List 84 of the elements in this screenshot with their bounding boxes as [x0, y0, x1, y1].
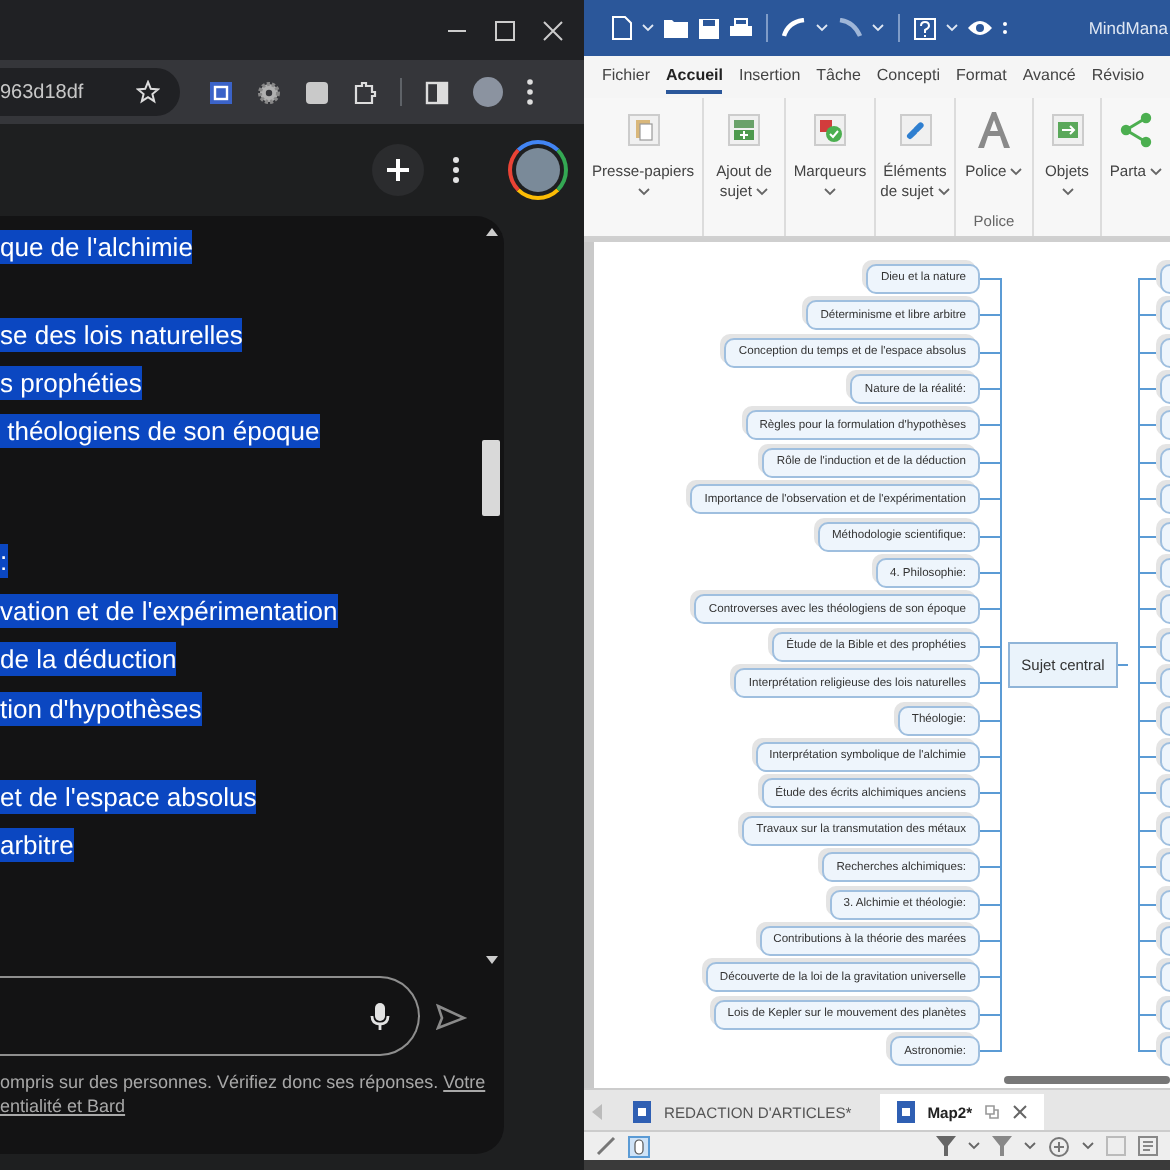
chat-text: tion d'hypothèses [0, 691, 202, 726]
caret-icon [824, 188, 836, 196]
caret-icon [816, 24, 828, 32]
font-icon [976, 110, 1012, 150]
clipboard-icon [627, 114, 659, 146]
caret-icon [642, 24, 654, 32]
add-topic-icon [728, 114, 760, 146]
eye-icon[interactable] [968, 18, 992, 38]
chat-text: de la déduction [0, 642, 177, 677]
markers-icon [814, 114, 846, 146]
objects-icon [1051, 114, 1083, 146]
caret-icon [1010, 168, 1023, 176]
scrollbar-thumb[interactable] [482, 440, 500, 516]
privacy-link[interactable]: Votre [443, 1072, 486, 1092]
gear-icon[interactable] [256, 79, 282, 105]
caret-icon [968, 1142, 980, 1150]
ribbon-tab[interactable]: Révisio [1091, 60, 1145, 94]
caret-icon [946, 24, 958, 32]
extension-icon[interactable] [304, 79, 330, 105]
print-icon[interactable] [730, 17, 752, 39]
share-icon [1120, 112, 1152, 148]
pointer-icon[interactable] [628, 1135, 650, 1157]
ribbon-tab[interactable]: Format [955, 60, 1007, 94]
ribbon-tab[interactable]: Avancé [1022, 60, 1076, 94]
chat-text: et de l'espace absolus [0, 779, 257, 814]
avatar-icon[interactable] [472, 76, 504, 108]
plus-icon [386, 158, 410, 182]
focus-icon[interactable] [1048, 1135, 1070, 1157]
save-icon[interactable] [698, 17, 720, 39]
undo-icon[interactable] [782, 18, 806, 38]
close-icon[interactable] [1012, 1104, 1029, 1120]
chat-text: arbitre [0, 827, 74, 862]
caret-icon [1082, 1142, 1094, 1150]
sidebar-icon[interactable] [424, 79, 450, 105]
caret-icon [1024, 1142, 1036, 1150]
new-document-icon[interactable] [612, 16, 632, 40]
ribbon-tab[interactable]: Insertion [738, 60, 801, 94]
window-title: MindMana [1088, 18, 1168, 38]
link-icon [899, 114, 931, 146]
new-chat-button[interactable] [372, 144, 424, 196]
caret-icon [756, 188, 769, 196]
avatar[interactable] [508, 140, 568, 200]
chat-text: se des lois naturelles [0, 317, 243, 352]
caret-icon [1061, 188, 1073, 196]
ribbon-tab[interactable]: Concepti [876, 60, 940, 94]
address-bar[interactable]: 963d18df [0, 68, 180, 116]
puzzle-icon[interactable] [352, 79, 378, 105]
url-text: 963d18df [0, 81, 84, 103]
privacy-link[interactable]: entialité et Bard [0, 1096, 126, 1116]
prompt-input-field[interactable] [0, 976, 420, 1056]
caret-icon [1150, 168, 1163, 176]
ribbon-tab[interactable]: Fichier [602, 60, 651, 94]
map-document-icon [632, 1100, 652, 1124]
chat-text: s prophéties [0, 366, 142, 401]
caret-icon [937, 188, 950, 196]
scroll-down-icon[interactable] [486, 956, 498, 964]
menu-icon[interactable] [526, 78, 534, 106]
float-icon[interactable] [984, 1104, 1001, 1120]
filter-icon[interactable] [936, 1136, 956, 1156]
caret-icon [637, 188, 649, 196]
pen-icon[interactable] [596, 1136, 616, 1156]
disclaimer-text: ompris sur des personnes. Vérifiez donc ses réponses. Votre [0, 1070, 488, 1094]
filter-icon[interactable] [992, 1136, 1012, 1156]
ribbon-tab[interactable]: Tâche [816, 60, 861, 94]
scrollbar-thumb[interactable] [1004, 1076, 1170, 1084]
microphone-icon[interactable] [370, 1001, 390, 1031]
maximize-icon[interactable] [494, 19, 516, 41]
folder-icon[interactable] [664, 18, 688, 38]
chat-text: : [0, 544, 8, 579]
send-icon[interactable] [436, 1002, 468, 1030]
redo-icon[interactable] [838, 18, 862, 38]
extension-icon[interactable] [208, 79, 234, 105]
scroll-up-icon[interactable] [486, 228, 498, 236]
chat-text: que de l'alchimie [0, 229, 193, 264]
menu-icon[interactable] [452, 156, 460, 184]
help-icon[interactable] [914, 17, 936, 39]
map-document-icon [895, 1100, 916, 1124]
outline-icon[interactable] [1138, 1136, 1158, 1156]
star-icon[interactable] [136, 80, 160, 104]
chat-text: vation et de l'expérimentation [0, 593, 338, 628]
ribbon-tab[interactable]: Accueil [666, 60, 723, 94]
customize-icon[interactable] [1002, 20, 1008, 36]
caret-icon [872, 24, 884, 32]
chat-text: théologiens de son époque [0, 414, 320, 449]
